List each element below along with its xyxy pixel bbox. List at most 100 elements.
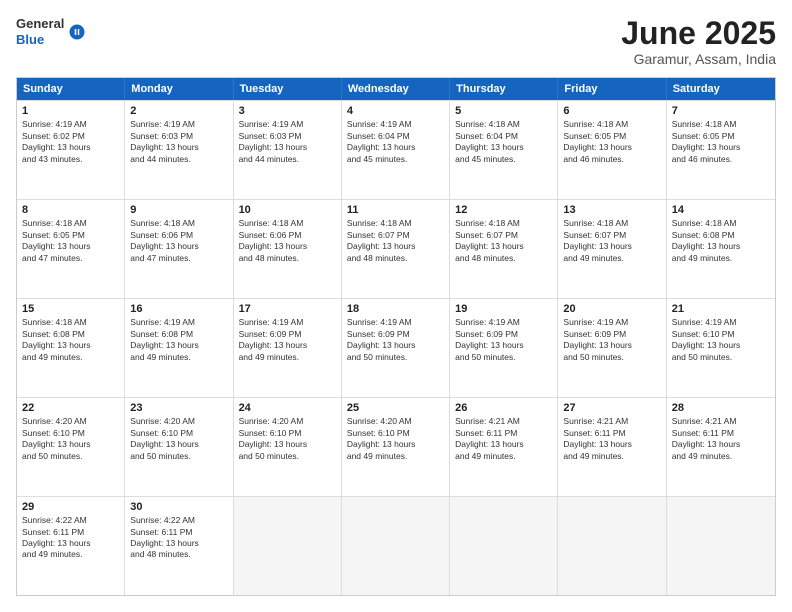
calendar-day-5: 5 Sunrise: 4:18 AMSunset: 6:04 PMDaylight… (450, 101, 558, 199)
weekday-header-saturday: Saturday (667, 78, 775, 100)
calendar-row-1: 1 Sunrise: 4:19 AMSunset: 6:02 PMDaylight… (17, 100, 775, 199)
day-info: Sunrise: 4:19 AMSunset: 6:03 PMDaylight:… (239, 119, 336, 165)
day-number: 16 (130, 303, 227, 315)
day-number: 14 (672, 204, 770, 216)
calendar-day-9: 9 Sunrise: 4:18 AMSunset: 6:06 PMDaylight… (125, 200, 233, 298)
calendar-day-28: 28Sunrise: 4:21 AMSunset: 6:11 PMDayligh… (667, 398, 775, 496)
calendar-day-1: 1 Sunrise: 4:19 AMSunset: 6:02 PMDaylight… (17, 101, 125, 199)
calendar-day-14: 14 Sunrise: 4:18 AMSunset: 6:08 PMDayligh… (667, 200, 775, 298)
calendar-day-10: 10Sunrise: 4:18 AMSunset: 6:06 PMDayligh… (234, 200, 342, 298)
calendar-day-15: 15Sunrise: 4:18 AMSunset: 6:08 PMDayligh… (17, 299, 125, 397)
day-number: 3 (239, 105, 336, 117)
day-number: 13 (563, 204, 660, 216)
calendar-day-30: 30 Sunrise: 4:22 AMSunset: 6:11 PMDayligh… (125, 497, 233, 595)
calendar-day-17: 17Sunrise: 4:19 AMSunset: 6:09 PMDayligh… (234, 299, 342, 397)
calendar-day-2: 2 Sunrise: 4:19 AMSunset: 6:03 PMDaylight… (125, 101, 233, 199)
day-number: 11 (347, 204, 444, 216)
day-number: 9 (130, 204, 227, 216)
calendar-body: 1 Sunrise: 4:19 AMSunset: 6:02 PMDaylight… (17, 100, 775, 595)
logo-icon (68, 23, 86, 41)
day-number: 10 (239, 204, 336, 216)
day-info: Sunrise: 4:20 AMSunset: 6:10 PMDaylight:… (130, 416, 227, 462)
calendar-day-11: 11 Sunrise: 4:18 AMSunset: 6:07 PMDayligh… (342, 200, 450, 298)
calendar-day-24: 24 Sunrise: 4:20 AMSunset: 6:10 PMDayligh… (234, 398, 342, 496)
day-info: Sunrise: 4:18 AMSunset: 6:06 PMDaylight:… (130, 218, 227, 264)
calendar-header: SundayMondayTuesdayWednesdayThursdayFrid… (17, 78, 775, 100)
day-number: 22 (22, 402, 119, 414)
calendar-day-6: 6 Sunrise: 4:18 AMSunset: 6:05 PMDaylight… (558, 101, 666, 199)
day-number: 2 (130, 105, 227, 117)
day-number: 12 (455, 204, 552, 216)
calendar-day-27: 27 Sunrise: 4:21 AMSunset: 6:11 PMDayligh… (558, 398, 666, 496)
day-info: Sunrise: 4:18 AMSunset: 6:04 PMDaylight:… (455, 119, 552, 165)
calendar-day-29: 29Sunrise: 4:22 AMSunset: 6:11 PMDayligh… (17, 497, 125, 595)
day-info: Sunrise: 4:20 AMSunset: 6:10 PMDaylight:… (239, 416, 336, 462)
day-number: 28 (672, 402, 770, 414)
calendar-day-13: 13 Sunrise: 4:18 AMSunset: 6:07 PMDayligh… (558, 200, 666, 298)
calendar-day-19: 19Sunrise: 4:19 AMSunset: 6:09 PMDayligh… (450, 299, 558, 397)
day-number: 1 (22, 105, 119, 117)
calendar-day-20: 20 Sunrise: 4:19 AMSunset: 6:09 PMDayligh… (558, 299, 666, 397)
day-info: Sunrise: 4:19 AMSunset: 6:09 PMDaylight:… (563, 317, 660, 363)
calendar-title: June 2025 (621, 16, 776, 51)
title-block: June 2025 Garamur, Assam, India (621, 16, 776, 67)
day-info: Sunrise: 4:18 AMSunset: 6:05 PMDaylight:… (22, 218, 119, 264)
day-info: Sunrise: 4:19 AMSunset: 6:03 PMDaylight:… (130, 119, 227, 165)
day-info: Sunrise: 4:21 AMSunset: 6:11 PMDaylight:… (563, 416, 660, 462)
day-info: Sunrise: 4:20 AMSunset: 6:10 PMDaylight:… (347, 416, 444, 462)
weekday-header-friday: Friday (558, 78, 666, 100)
calendar-day-23: 23 Sunrise: 4:20 AMSunset: 6:10 PMDayligh… (125, 398, 233, 496)
weekday-header-monday: Monday (125, 78, 233, 100)
calendar-day-16: 16 Sunrise: 4:19 AMSunset: 6:08 PMDayligh… (125, 299, 233, 397)
calendar-day-empty (342, 497, 450, 595)
day-info: Sunrise: 4:19 AMSunset: 6:08 PMDaylight:… (130, 317, 227, 363)
day-number: 6 (563, 105, 660, 117)
day-number: 5 (455, 105, 552, 117)
day-number: 15 (22, 303, 119, 315)
calendar-day-21: 21Sunrise: 4:19 AMSunset: 6:10 PMDayligh… (667, 299, 775, 397)
day-info: Sunrise: 4:19 AMSunset: 6:09 PMDaylight:… (347, 317, 444, 363)
day-number: 27 (563, 402, 660, 414)
day-info: Sunrise: 4:21 AMSunset: 6:11 PMDaylight:… (455, 416, 552, 462)
calendar-day-7: 7 Sunrise: 4:18 AMSunset: 6:05 PMDaylight… (667, 101, 775, 199)
calendar-row-4: 22 Sunrise: 4:20 AMSunset: 6:10 PMDayligh… (17, 397, 775, 496)
day-number: 23 (130, 402, 227, 414)
header: General Blue June 2025 Garamur, Assam, I… (16, 16, 776, 67)
day-number: 20 (563, 303, 660, 315)
day-info: Sunrise: 4:19 AMSunset: 6:02 PMDaylight:… (22, 119, 119, 165)
day-number: 25 (347, 402, 444, 414)
day-number: 19 (455, 303, 552, 315)
day-info: Sunrise: 4:22 AMSunset: 6:11 PMDaylight:… (130, 515, 227, 561)
day-info: Sunrise: 4:18 AMSunset: 6:07 PMDaylight:… (347, 218, 444, 264)
day-number: 7 (672, 105, 770, 117)
day-info: Sunrise: 4:18 AMSunset: 6:08 PMDaylight:… (672, 218, 770, 264)
calendar-row-5: 29Sunrise: 4:22 AMSunset: 6:11 PMDayligh… (17, 496, 775, 595)
calendar-location: Garamur, Assam, India (621, 51, 776, 67)
day-number: 21 (672, 303, 770, 315)
calendar-day-25: 25 Sunrise: 4:20 AMSunset: 6:10 PMDayligh… (342, 398, 450, 496)
day-number: 30 (130, 501, 227, 513)
weekday-header-tuesday: Tuesday (234, 78, 342, 100)
calendar-day-12: 12 Sunrise: 4:18 AMSunset: 6:07 PMDayligh… (450, 200, 558, 298)
day-number: 24 (239, 402, 336, 414)
day-number: 26 (455, 402, 552, 414)
calendar-day-empty (558, 497, 666, 595)
day-info: Sunrise: 4:18 AMSunset: 6:07 PMDaylight:… (455, 218, 552, 264)
calendar-day-3: 3 Sunrise: 4:19 AMSunset: 6:03 PMDaylight… (234, 101, 342, 199)
day-info: Sunrise: 4:20 AMSunset: 6:10 PMDaylight:… (22, 416, 119, 462)
calendar-day-empty (450, 497, 558, 595)
day-info: Sunrise: 4:18 AMSunset: 6:07 PMDaylight:… (563, 218, 660, 264)
calendar-day-8: 8Sunrise: 4:18 AMSunset: 6:05 PMDaylight… (17, 200, 125, 298)
weekday-header-thursday: Thursday (450, 78, 558, 100)
day-info: Sunrise: 4:18 AMSunset: 6:05 PMDaylight:… (563, 119, 660, 165)
calendar-day-18: 18 Sunrise: 4:19 AMSunset: 6:09 PMDayligh… (342, 299, 450, 397)
logo-blue-text: Blue (16, 32, 64, 48)
calendar: SundayMondayTuesdayWednesdayThursdayFrid… (16, 77, 776, 596)
logo: General Blue (16, 16, 86, 47)
day-info: Sunrise: 4:18 AMSunset: 6:05 PMDaylight:… (672, 119, 770, 165)
day-info: Sunrise: 4:19 AMSunset: 6:09 PMDaylight:… (239, 317, 336, 363)
day-number: 18 (347, 303, 444, 315)
day-info: Sunrise: 4:19 AMSunset: 6:04 PMDaylight:… (347, 119, 444, 165)
weekday-header-wednesday: Wednesday (342, 78, 450, 100)
calendar-day-empty (667, 497, 775, 595)
